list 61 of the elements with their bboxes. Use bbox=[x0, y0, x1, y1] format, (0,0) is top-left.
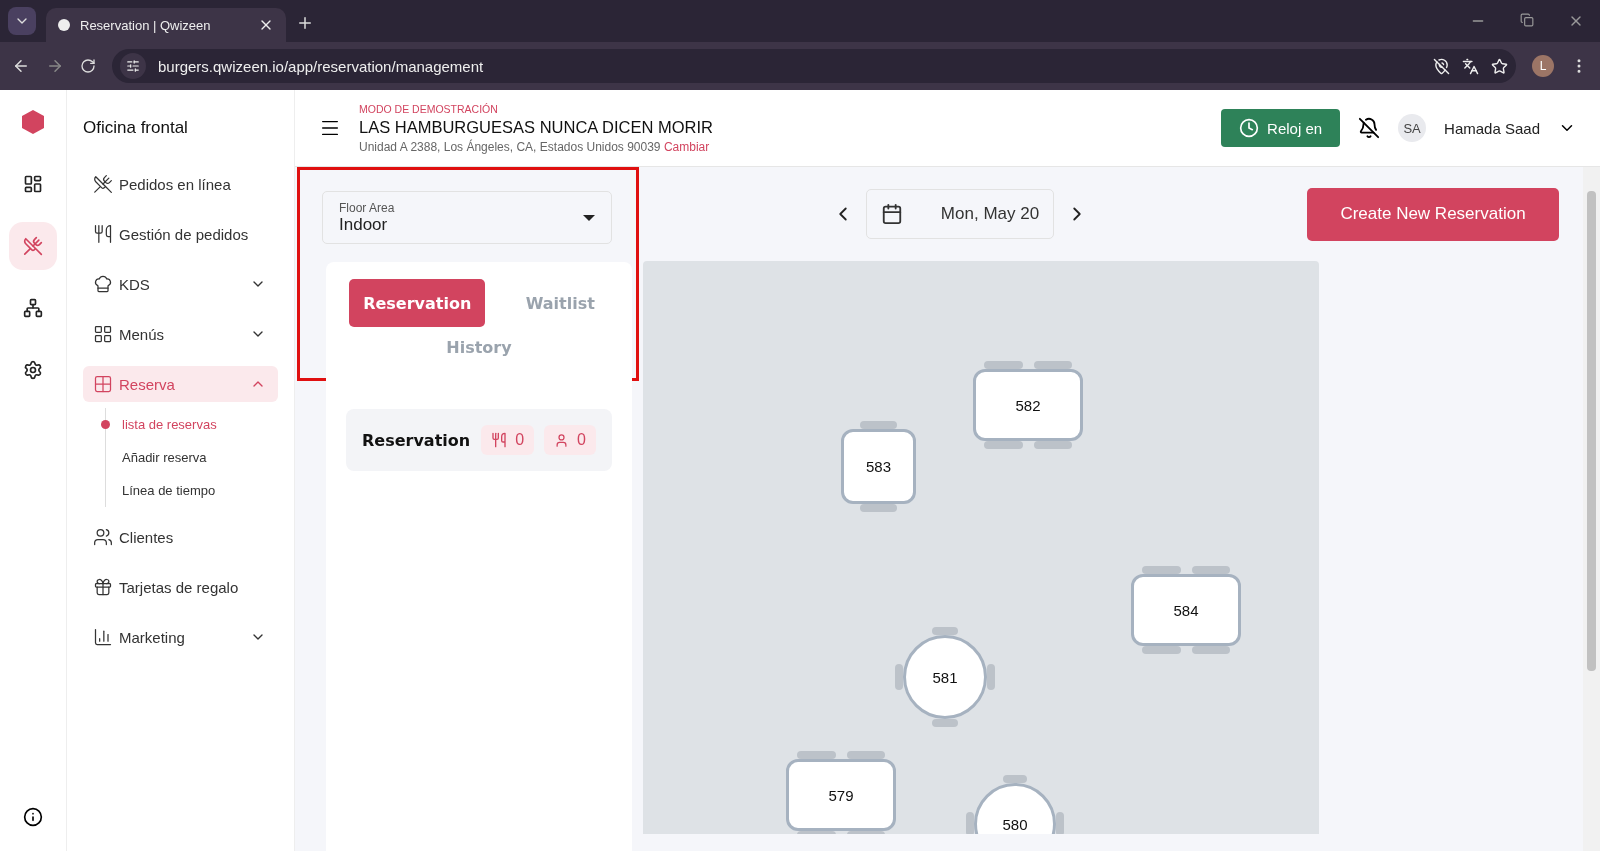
new-tab-icon[interactable] bbox=[296, 14, 314, 32]
tab-list-button[interactable] bbox=[8, 7, 36, 35]
nav-icon bbox=[23, 360, 43, 380]
sidebar-item[interactable]: Tarjetas de regalo bbox=[83, 569, 278, 605]
view-tab[interactable]: Reservation bbox=[349, 279, 486, 327]
guests-count-badge: 0 bbox=[544, 425, 596, 455]
reload-icon[interactable] bbox=[80, 58, 96, 74]
menu-item-icon bbox=[93, 274, 113, 294]
summary-title: Reservation bbox=[362, 430, 472, 450]
date-picker[interactable]: Mon, May 20 bbox=[865, 189, 1055, 239]
submenu-item[interactable]: Añadir reserva bbox=[101, 441, 278, 474]
menu-item-icon bbox=[93, 174, 113, 194]
change-link[interactable]: Cambiar bbox=[663, 139, 710, 154]
sidebar-item[interactable]: KDS bbox=[83, 266, 278, 302]
sidebar-item[interactable]: Clientes bbox=[83, 519, 278, 555]
notifications-off-icon[interactable] bbox=[1358, 117, 1381, 139]
sidebar-item[interactable]: Marketing bbox=[83, 619, 278, 655]
nav-icon bbox=[23, 298, 43, 318]
sliders-icon bbox=[126, 59, 140, 73]
location-off-icon[interactable] bbox=[1433, 57, 1450, 75]
menu-item-icon bbox=[93, 577, 113, 597]
user-avatar[interactable]: SA bbox=[1398, 114, 1427, 142]
profile-avatar[interactable]: L bbox=[1532, 55, 1554, 77]
browser-tab[interactable]: Reservation | Qwizeen bbox=[46, 8, 286, 42]
menu-item-icon bbox=[93, 627, 113, 647]
favicon-icon bbox=[58, 19, 70, 31]
tables-count-badge: 0 bbox=[481, 425, 535, 455]
menu-item-icon bbox=[93, 527, 113, 547]
create-reservation-button[interactable]: Create New Reservation bbox=[1307, 187, 1559, 241]
logo-icon[interactable] bbox=[22, 110, 44, 134]
sidebar-item[interactable]: Reserva bbox=[83, 366, 278, 402]
scrollbar[interactable] bbox=[1583, 167, 1600, 851]
submenu-item[interactable]: lista de reservas bbox=[101, 408, 278, 441]
restaurant-name: LAS HAMBURGUESAS NUNCA DICEN MORIR bbox=[359, 117, 714, 137]
address-field[interactable]: burgers.qwizeen.io/app/reservation/management bbox=[112, 49, 1516, 83]
calendar-icon bbox=[880, 203, 903, 225]
user-name[interactable]: Hamada Saad bbox=[1444, 119, 1540, 137]
forward-icon[interactable] bbox=[46, 57, 64, 75]
utensils-icon bbox=[491, 432, 508, 448]
person-icon bbox=[554, 432, 570, 448]
clock-in-button[interactable]: Reloj en bbox=[1221, 109, 1341, 147]
sidebar-item[interactable]: Pedidos en línea bbox=[83, 166, 278, 202]
menu-item-icon bbox=[93, 324, 113, 344]
floor-area-select[interactable]: Floor Area Indoor bbox=[322, 191, 612, 244]
menu-item-icon bbox=[93, 374, 113, 394]
info-icon[interactable] bbox=[23, 807, 43, 827]
site-settings-icon[interactable] bbox=[120, 53, 146, 79]
menu-item-icon bbox=[93, 224, 113, 244]
nav-icon bbox=[23, 174, 43, 194]
sidebar-title: Oficina frontal bbox=[83, 117, 189, 139]
demo-mode-label: MODO DE DEMOSTRACIÓN bbox=[359, 102, 499, 115]
restore-icon[interactable] bbox=[1520, 13, 1534, 27]
nav-icon bbox=[23, 236, 43, 256]
clock-icon bbox=[1239, 118, 1260, 138]
restaurant-address: Unidad A 2388, Los Ángeles, CA, Estados Unidos 90039 Cambiar bbox=[359, 139, 711, 154]
submenu-item[interactable]: Línea de tiempo bbox=[101, 474, 278, 507]
sidebar-item[interactable]: Menús bbox=[83, 316, 278, 352]
bookmark-icon[interactable] bbox=[1491, 57, 1508, 75]
sidebar-item[interactable]: Gestión de pedidos bbox=[83, 216, 278, 252]
back-icon[interactable] bbox=[12, 57, 30, 75]
translate-icon[interactable] bbox=[1462, 57, 1479, 75]
